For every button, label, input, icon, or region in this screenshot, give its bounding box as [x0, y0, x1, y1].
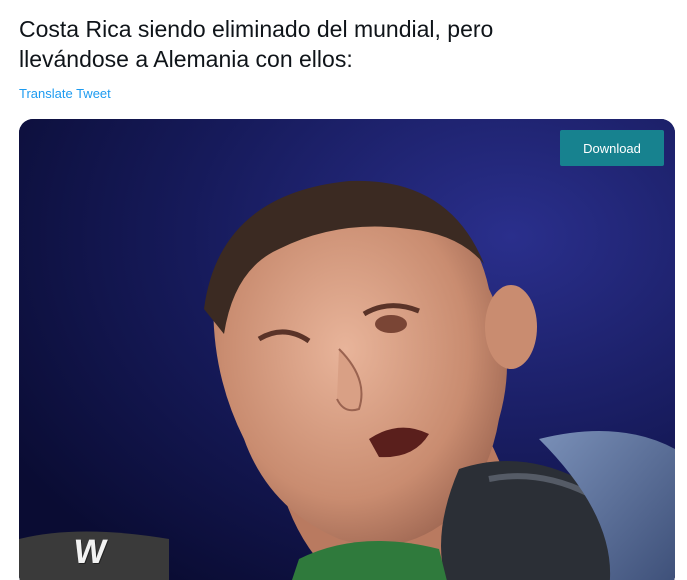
tweet-text-line-1: Costa Rica siendo eliminado del mundial,…	[19, 16, 494, 42]
download-button[interactable]: Download	[560, 130, 664, 166]
translate-tweet-link[interactable]: Translate Tweet	[19, 86, 111, 101]
tweet-text: Costa Rica siendo eliminado del mundial,…	[19, 14, 659, 74]
wrestler-photo	[19, 119, 675, 580]
wwe-logo: W	[71, 533, 103, 571]
tweet-media-image[interactable]	[19, 119, 675, 580]
tweet-card: Costa Rica siendo eliminado del mundial,…	[0, 0, 687, 580]
tweet-text-line-2: llevándose a Alemania con ellos:	[19, 46, 353, 72]
